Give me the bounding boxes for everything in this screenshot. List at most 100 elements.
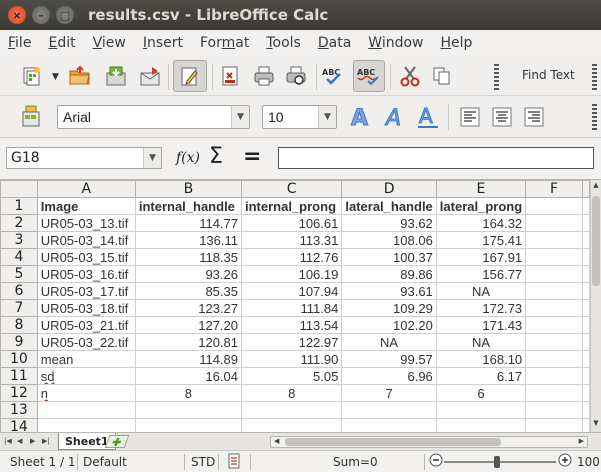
find-text-label[interactable]: Find Text xyxy=(522,68,575,82)
cell[interactable]: 171.43 xyxy=(435,316,527,334)
cell[interactable] xyxy=(525,350,583,368)
copy-button[interactable] xyxy=(428,62,456,90)
cell[interactable]: 8 xyxy=(240,384,343,402)
cell[interactable]: 122.97 xyxy=(240,333,343,351)
cell[interactable]: 7 xyxy=(341,384,437,402)
cell[interactable]: mean xyxy=(36,350,136,368)
zoom-out-button[interactable] xyxy=(429,453,443,470)
name-box[interactable]: G18 ▼ xyxy=(6,147,162,169)
cell[interactable]: 6.17 xyxy=(435,367,527,385)
menu-help[interactable]: Help xyxy=(441,35,473,51)
cell[interactable] xyxy=(582,384,590,402)
row-header[interactable]: 14 xyxy=(0,418,38,432)
cell[interactable]: UR05-03_22.tif xyxy=(36,333,136,351)
cell[interactable]: UR05-03_17.tif xyxy=(36,282,136,300)
formula-input[interactable] xyxy=(278,147,594,169)
print-preview-button[interactable] xyxy=(282,62,310,90)
horizontal-scrollbar[interactable]: ◀ ▶ xyxy=(270,436,588,448)
cell[interactable] xyxy=(582,367,590,385)
cell[interactable]: 106.61 xyxy=(240,214,343,232)
cell[interactable]: UR05-03_21.tif xyxy=(36,316,136,334)
cell[interactable] xyxy=(435,401,527,419)
align-right-button[interactable] xyxy=(520,103,548,131)
column-header-d[interactable]: D xyxy=(341,180,437,198)
previous-sheet-icon[interactable]: ◀ xyxy=(17,437,22,445)
cell[interactable] xyxy=(582,197,590,215)
cell[interactable]: 108.06 xyxy=(341,231,437,249)
row-header[interactable]: 6 xyxy=(0,282,38,300)
cell[interactable]: 127.20 xyxy=(134,316,243,334)
menu-edit[interactable]: Edit xyxy=(48,35,75,51)
cell[interactable] xyxy=(435,418,527,432)
cell[interactable] xyxy=(582,265,590,283)
cell[interactable] xyxy=(582,333,590,351)
function-button[interactable]: = xyxy=(243,144,261,169)
add-sheet-button[interactable] xyxy=(104,435,130,448)
scroll-up-icon[interactable]: ▲ xyxy=(591,181,601,193)
align-center-button[interactable] xyxy=(488,103,516,131)
cell[interactable]: 175.41 xyxy=(435,231,527,249)
column-header-g[interactable] xyxy=(582,180,590,198)
cell[interactable] xyxy=(525,231,583,249)
scroll-left-icon[interactable]: ◀ xyxy=(274,437,279,445)
cell[interactable]: 156.77 xyxy=(435,265,527,283)
cell[interactable] xyxy=(525,265,583,283)
row-header[interactable]: 3 xyxy=(0,231,38,249)
cell[interactable]: 114.77 xyxy=(134,214,243,232)
cell[interactable] xyxy=(582,418,590,432)
font-name-combo[interactable]: Arial ▼ xyxy=(57,105,250,129)
spelling-button[interactable]: ABC xyxy=(320,62,348,90)
menu-data[interactable]: Data xyxy=(318,35,351,51)
cell[interactable] xyxy=(582,282,590,300)
cell[interactable]: NA xyxy=(435,333,527,351)
menu-insert[interactable]: Insert xyxy=(143,35,183,51)
cell[interactable]: 93.62 xyxy=(341,214,437,232)
cell[interactable]: 167.91 xyxy=(435,248,527,266)
cell[interactable]: lateral_prong xyxy=(435,197,527,215)
cell[interactable]: 99.57 xyxy=(341,350,437,368)
cell[interactable]: UR05-03_14.tif xyxy=(36,231,136,249)
zoom-slider-knob[interactable] xyxy=(494,456,500,468)
cell[interactable] xyxy=(525,333,583,351)
toolbar-grip[interactable] xyxy=(592,64,597,90)
cell[interactable]: 93.26 xyxy=(134,265,243,283)
scroll-down-icon[interactable]: ▼ xyxy=(591,419,601,431)
menu-file[interactable]: File xyxy=(8,35,31,51)
cell[interactable] xyxy=(582,316,590,334)
cell[interactable]: 16.04 xyxy=(134,367,243,385)
cell[interactable]: 112.76 xyxy=(240,248,343,266)
vertical-scrollbar[interactable]: ▲ ▼ xyxy=(590,180,601,432)
cell[interactable]: 120.81 xyxy=(134,333,243,351)
cell[interactable] xyxy=(36,418,136,432)
row-header[interactable]: 1 xyxy=(0,197,38,215)
cell[interactable] xyxy=(582,231,590,249)
bold-button[interactable]: A xyxy=(347,103,375,131)
first-sheet-icon[interactable]: |◀ xyxy=(4,437,12,445)
cell[interactable]: 8 xyxy=(134,384,243,402)
menu-window[interactable]: Window xyxy=(368,35,423,51)
styles-button[interactable] xyxy=(18,102,46,130)
font-size-combo[interactable]: 10 ▼ xyxy=(262,105,337,129)
cell[interactable] xyxy=(582,401,590,419)
underline-button[interactable]: A xyxy=(414,103,442,131)
cell[interactable]: 168.10 xyxy=(435,350,527,368)
cell[interactable] xyxy=(582,350,590,368)
cell[interactable] xyxy=(525,282,583,300)
cell[interactable] xyxy=(36,401,136,419)
page-style[interactable]: Default xyxy=(83,455,127,469)
cell[interactable] xyxy=(525,299,583,317)
cell[interactable] xyxy=(582,214,590,232)
toolbar-grip[interactable] xyxy=(494,64,499,90)
cell[interactable]: 89.86 xyxy=(341,265,437,283)
cell[interactable] xyxy=(240,418,343,432)
row-header[interactable]: 7 xyxy=(0,299,38,317)
selection-mode[interactable]: STD xyxy=(191,455,215,469)
new-dropdown-icon[interactable]: ▼ xyxy=(52,72,59,82)
cell[interactable]: 113.31 xyxy=(240,231,343,249)
column-header-c[interactable]: C xyxy=(240,180,343,198)
cell[interactable] xyxy=(240,401,343,419)
cell[interactable]: 118.35 xyxy=(134,248,243,266)
maximize-window-button[interactable]: □ xyxy=(56,6,74,24)
cell[interactable] xyxy=(525,401,583,419)
menu-tools[interactable]: Tools xyxy=(266,35,301,51)
